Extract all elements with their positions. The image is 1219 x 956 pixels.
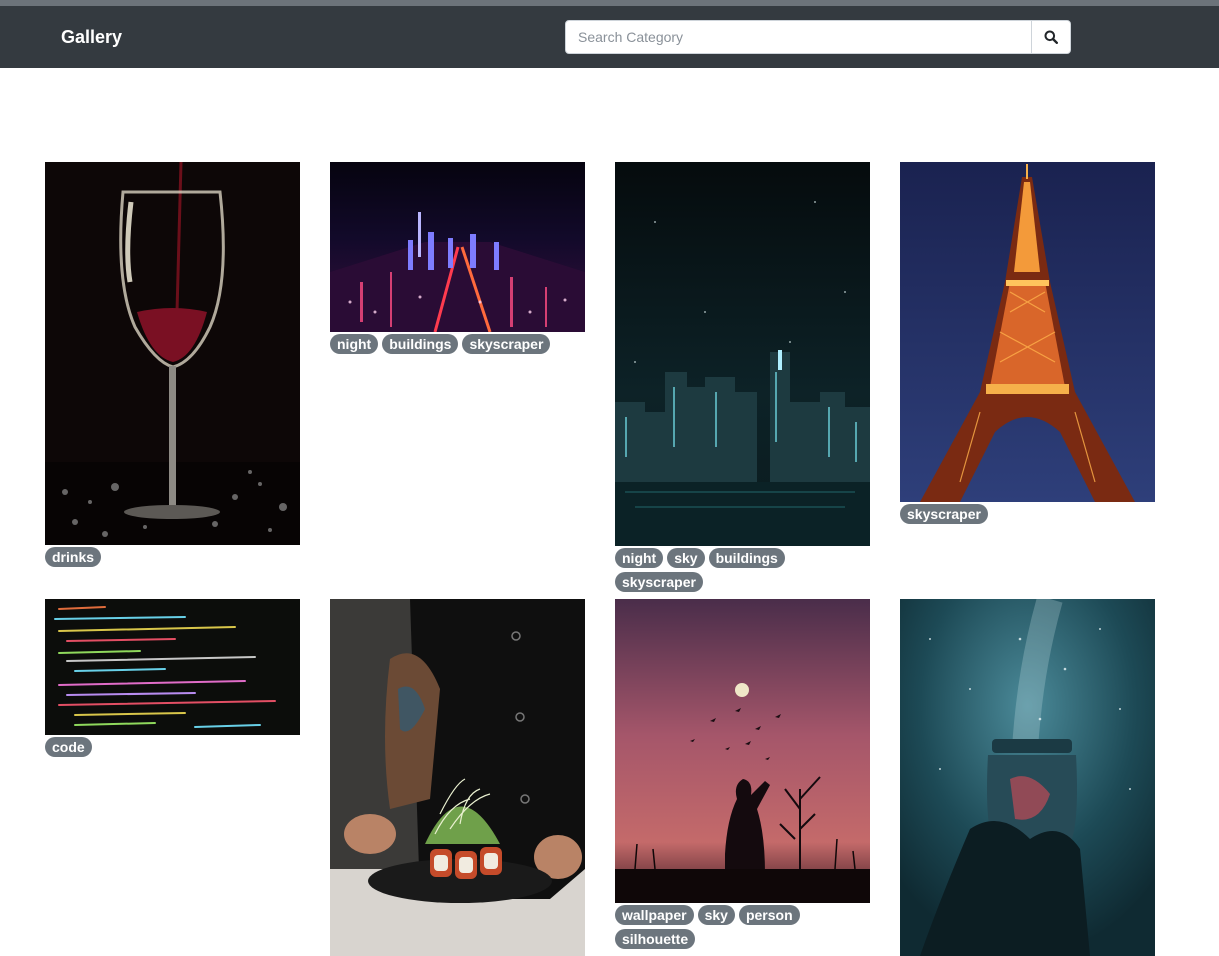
tag-list: night buildings skyscraper bbox=[330, 334, 585, 354]
tag-badge[interactable]: sky bbox=[697, 905, 735, 925]
gallery-card bbox=[900, 599, 1155, 956]
search-icon bbox=[1044, 30, 1058, 44]
tag-badge[interactable]: buildings bbox=[382, 334, 459, 354]
tag-badge[interactable]: night bbox=[330, 334, 379, 354]
gallery-card bbox=[330, 599, 585, 956]
tag-list: wallpaper sky person silhouette bbox=[615, 905, 870, 949]
tag-badge[interactable]: skyscraper bbox=[462, 334, 551, 354]
gallery-card: skyscraper bbox=[900, 162, 1155, 524]
tag-badge[interactable]: drinks bbox=[45, 547, 102, 567]
photo-plated-food[interactable] bbox=[330, 599, 585, 956]
tag-badge[interactable]: person bbox=[738, 905, 800, 925]
photo-galaxy-jar[interactable] bbox=[900, 599, 1155, 956]
gallery-card: code bbox=[45, 599, 300, 757]
tag-list: drinks bbox=[45, 547, 300, 567]
photo-silhouette-sunset[interactable] bbox=[615, 599, 870, 903]
search-group bbox=[565, 20, 1071, 54]
navbar: Gallery bbox=[0, 6, 1219, 68]
tag-list: night sky buildings skyscraper bbox=[615, 548, 870, 592]
gallery-card: wallpaper sky person silhouette bbox=[615, 599, 870, 949]
tag-badge[interactable]: sky bbox=[667, 548, 705, 568]
gallery-card: night buildings skyscraper bbox=[330, 162, 585, 354]
gallery-card: drinks bbox=[45, 162, 300, 567]
tag-list: code bbox=[45, 737, 300, 757]
photo-eiffel-tower[interactable] bbox=[900, 162, 1155, 502]
tag-list: skyscraper bbox=[900, 504, 1155, 524]
search-input[interactable] bbox=[566, 21, 1032, 53]
tag-badge[interactable]: skyscraper bbox=[615, 572, 703, 592]
photo-skyline-moon[interactable] bbox=[615, 162, 870, 546]
tag-badge[interactable]: buildings bbox=[708, 548, 785, 568]
tag-badge[interactable]: code bbox=[45, 737, 92, 757]
tag-badge[interactable]: wallpaper bbox=[615, 905, 694, 925]
brand-title[interactable]: Gallery bbox=[61, 26, 122, 48]
tag-badge[interactable]: silhouette bbox=[615, 929, 696, 949]
tag-badge[interactable]: night bbox=[615, 548, 664, 568]
gallery-card: night sky buildings skyscraper bbox=[615, 162, 870, 592]
tag-badge[interactable]: skyscraper bbox=[900, 504, 988, 524]
photo-city-night-aerial[interactable] bbox=[330, 162, 585, 332]
search-button[interactable] bbox=[1031, 21, 1070, 53]
photo-code-screen[interactable] bbox=[45, 599, 300, 735]
photo-wine-glass[interactable] bbox=[45, 162, 300, 545]
